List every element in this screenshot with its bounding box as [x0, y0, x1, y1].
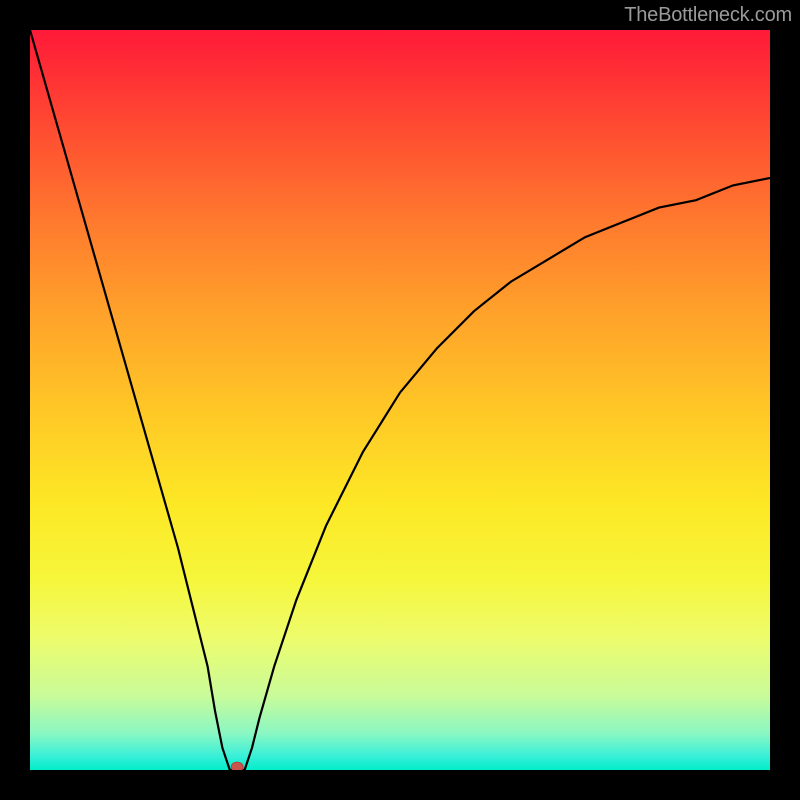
- optimum-marker: [231, 762, 243, 770]
- bottleneck-line-chart: [30, 30, 770, 770]
- chart-frame: TheBottleneck.com: [0, 0, 800, 800]
- bottleneck-curve-path: [30, 30, 770, 770]
- watermark-text: TheBottleneck.com: [624, 4, 792, 27]
